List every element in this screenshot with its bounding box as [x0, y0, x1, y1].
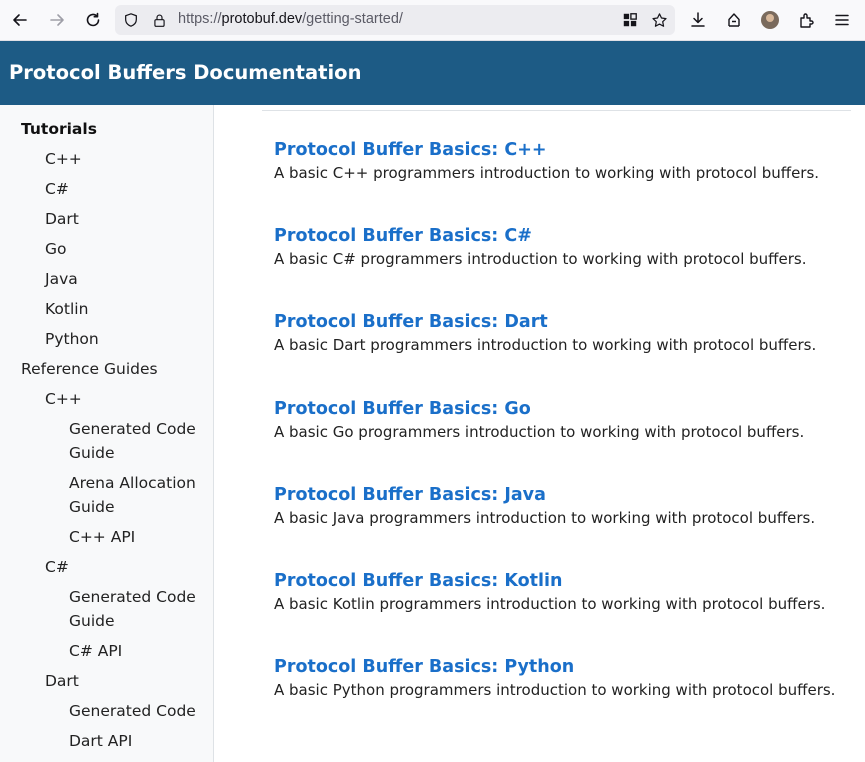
sidebar-item-cpp-arena-allocation[interactable]: Arena Allocation [69, 471, 196, 495]
back-icon[interactable] [8, 8, 32, 32]
sidebar-heading-tutorials[interactable]: Tutorials [21, 117, 97, 141]
account-icon[interactable] [722, 8, 746, 32]
sidebar-item-cpp-generated-code[interactable]: Generated Code [69, 417, 196, 441]
sidebar-item-tutorial-cpp[interactable]: C++ [45, 147, 82, 171]
entry-title-link[interactable]: Protocol Buffer Basics: Kotlin [274, 569, 825, 593]
lock-icon[interactable] [150, 11, 168, 29]
sidebar-item-csharp-generated-code[interactable]: Generated Code [69, 585, 196, 609]
sidebar-item-csharp-api[interactable]: C# API [69, 639, 122, 663]
entry-description: A basic C# programmers introduction to w… [274, 250, 807, 268]
sidebar-heading-reference-guides[interactable]: Reference Guides [21, 357, 158, 381]
sidebar-item-tutorial-csharp[interactable]: C# [45, 177, 69, 201]
sidebar-item-csharp-generated-code-guide[interactable]: Guide [69, 609, 115, 633]
sidebar-item-tutorial-java[interactable]: Java [45, 267, 78, 291]
sidebar-item-tutorial-dart[interactable]: Dart [45, 207, 79, 231]
main-content: Protocol Buffer Basics: C++ A basic C++ … [214, 105, 865, 762]
entry-title-link[interactable]: Protocol Buffer Basics: Go [274, 397, 804, 421]
sidebar-item-cpp-arena-allocation-guide[interactable]: Guide [69, 495, 115, 519]
entry-description: A basic Go programmers introduction to w… [274, 423, 805, 441]
entry-description: A basic Python programmers introduction … [274, 681, 836, 699]
list-item: Protocol Buffer Basics: Python A basic P… [274, 655, 835, 701]
entry-description: A basic C++ programmers introduction to … [274, 164, 820, 182]
entry-description: A basic Dart programmers introduction to… [274, 336, 817, 354]
list-item: Protocol Buffer Basics: Go A basic Go pr… [274, 397, 804, 443]
sidebar-item-tutorial-go[interactable]: Go [45, 237, 67, 261]
list-item: Protocol Buffer Basics: Dart A basic Dar… [274, 310, 816, 356]
downloads-icon[interactable] [686, 8, 710, 32]
shield-icon[interactable] [122, 11, 140, 29]
entry-title-link[interactable]: Protocol Buffer Basics: C# [274, 224, 807, 248]
bookmark-star-icon[interactable] [650, 11, 668, 29]
url-host: protobuf.dev [221, 11, 303, 27]
sidebar-item-ref-csharp[interactable]: C# [45, 555, 69, 579]
list-item: Protocol Buffer Basics: Kotlin A basic K… [274, 569, 825, 615]
forward-icon[interactable] [45, 8, 69, 32]
sidebar-item-tutorial-kotlin[interactable]: Kotlin [45, 297, 88, 321]
divider [262, 110, 851, 111]
reload-icon[interactable] [81, 8, 105, 32]
profile-avatar[interactable] [761, 11, 779, 29]
list-item: Protocol Buffer Basics: Java A basic Jav… [274, 483, 815, 529]
sidebar-item-dart-api[interactable]: Dart API [69, 729, 132, 753]
url-text[interactable]: https://protobuf.dev/getting-started/ [178, 11, 403, 27]
site-title[interactable]: Protocol Buffers Documentation [9, 61, 361, 84]
sidebar-item-dart-generated-code[interactable]: Generated Code [69, 699, 196, 723]
entry-title-link[interactable]: Protocol Buffer Basics: C++ [274, 138, 819, 162]
site-header: Protocol Buffers Documentation [0, 41, 865, 105]
list-item: Protocol Buffer Basics: C++ A basic C++ … [274, 138, 819, 184]
extensions-icon[interactable] [795, 8, 819, 32]
entry-title-link[interactable]: Protocol Buffer Basics: Python [274, 655, 835, 679]
address-bar[interactable]: https://protobuf.dev/getting-started/ [115, 5, 675, 35]
entry-title-link[interactable]: Protocol Buffer Basics: Java [274, 483, 815, 507]
url-path: /getting-started/ [302, 11, 403, 27]
entry-description: A basic Kotlin programmers introduction … [274, 595, 826, 613]
sidebar: Tutorials C++ C# Dart Go Java Kotlin Pyt… [0, 105, 214, 762]
sidebar-item-ref-cpp[interactable]: C++ [45, 387, 82, 411]
entry-title-link[interactable]: Protocol Buffer Basics: Dart [274, 310, 816, 334]
sidebar-item-ref-dart[interactable]: Dart [45, 669, 79, 693]
sidebar-item-tutorial-python[interactable]: Python [45, 327, 99, 351]
sidebar-item-cpp-generated-code-guide[interactable]: Guide [69, 441, 115, 465]
qr-code-icon[interactable] [621, 11, 639, 29]
sidebar-item-cpp-api[interactable]: C++ API [69, 525, 135, 549]
browser-toolbar: https://protobuf.dev/getting-started/ [0, 0, 865, 41]
entry-description: A basic Java programmers introduction to… [274, 509, 816, 527]
url-prefix: https:// [178, 11, 222, 27]
menu-icon[interactable] [830, 8, 854, 32]
list-item: Protocol Buffer Basics: C# A basic C# pr… [274, 224, 807, 270]
